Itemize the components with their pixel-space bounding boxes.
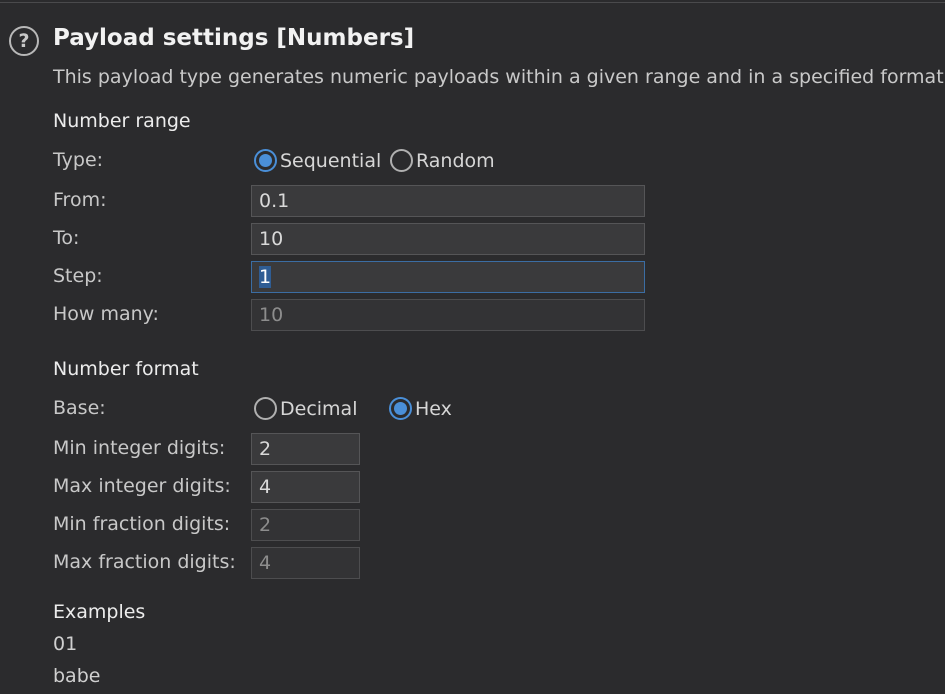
how-many-label: How many:: [53, 303, 159, 325]
type-sequential-radio[interactable]: Sequential: [254, 149, 381, 172]
step-label: Step:: [53, 265, 103, 287]
how-many-field: 10: [251, 299, 645, 331]
step-field[interactable]: 1: [251, 261, 645, 293]
min-integer-digits-field[interactable]: 2: [251, 433, 360, 465]
from-field[interactable]: 0.1: [251, 185, 645, 217]
page-description: This payload type generates numeric payl…: [53, 66, 945, 88]
question-circle-icon[interactable]: ?: [9, 26, 39, 56]
to-label: To:: [53, 227, 80, 249]
to-field[interactable]: 10: [251, 223, 645, 255]
radio-unselected-icon: [390, 149, 413, 172]
number-range-heading: Number range: [53, 110, 191, 132]
radio-unselected-icon: [254, 397, 277, 420]
base-label: Base:: [53, 397, 106, 419]
base-hex-label: Hex: [415, 397, 452, 420]
radio-selected-icon: [254, 149, 277, 172]
page-title: Payload settings [Numbers]: [53, 25, 415, 51]
type-label: Type:: [53, 149, 104, 171]
from-label: From:: [53, 189, 107, 211]
min-fraction-digits-field: 2: [251, 509, 360, 541]
max-fraction-digits-label: Max fraction digits:: [53, 551, 236, 573]
step-value-selected: 1: [259, 266, 272, 288]
type-sequential-label: Sequential: [280, 149, 382, 172]
example-item: babe: [53, 665, 101, 687]
max-integer-digits-field[interactable]: 4: [251, 471, 360, 503]
radio-selected-icon: [389, 397, 412, 420]
max-fraction-digits-field: 4: [251, 547, 360, 579]
min-integer-digits-label: Min integer digits:: [53, 437, 226, 459]
number-format-heading: Number format: [53, 358, 199, 380]
type-random-label: Random: [416, 149, 495, 172]
max-integer-digits-label: Max integer digits:: [53, 475, 231, 497]
min-fraction-digits-label: Min fraction digits:: [53, 513, 231, 535]
type-random-radio[interactable]: Random: [390, 149, 495, 172]
base-hex-radio[interactable]: Hex: [389, 397, 452, 420]
top-divider: [0, 2, 945, 3]
base-decimal-radio[interactable]: Decimal: [254, 397, 357, 420]
example-item: 01: [53, 633, 78, 655]
base-decimal-label: Decimal: [280, 397, 358, 420]
examples-heading: Examples: [53, 601, 146, 623]
